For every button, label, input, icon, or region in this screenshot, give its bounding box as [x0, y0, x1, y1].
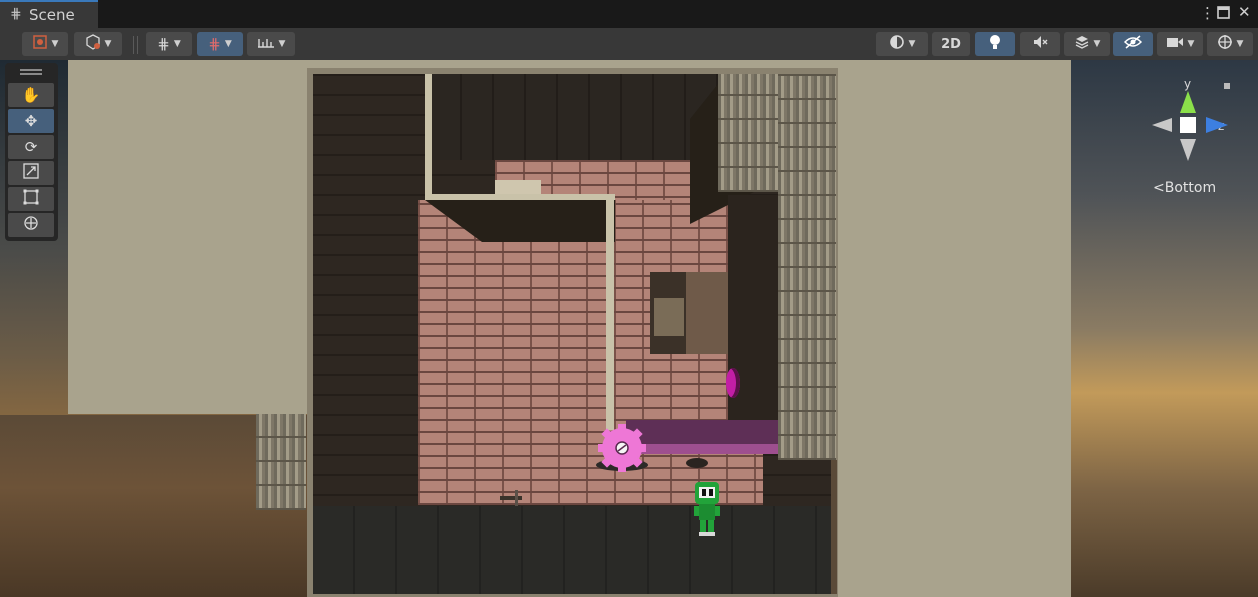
floor-debris	[500, 496, 522, 500]
palette-drag-handle[interactable]	[20, 69, 42, 71]
level-ceiling	[430, 74, 720, 160]
chevron-down-icon: ▼	[104, 39, 112, 49]
right-inner-wall	[728, 195, 778, 445]
tool-palette: ✋ ✥ ⟳	[5, 63, 58, 241]
doorway-opening	[654, 298, 684, 336]
gizmos-button[interactable]: ▼	[1207, 32, 1253, 56]
scene-visibility-button[interactable]	[1113, 32, 1153, 56]
scale-tool-button[interactable]	[8, 161, 54, 185]
backdrop-panel-right	[835, 60, 1071, 597]
draw-mode-icon	[889, 34, 905, 54]
orientation-gizmo[interactable]: y z	[1150, 75, 1230, 195]
effects-button[interactable]: ▼	[1064, 32, 1110, 56]
pink-gear-enemy	[596, 424, 648, 472]
2d-toggle-button[interactable]: 2D	[932, 32, 970, 56]
camera-icon	[1166, 36, 1184, 52]
chevron-down-icon: ▼	[278, 39, 286, 49]
scene-visibility-icon	[1123, 35, 1143, 53]
move-icon: ✥	[24, 112, 38, 130]
chevron-down-icon: ▼	[1187, 39, 1195, 49]
transform-icon	[23, 215, 39, 235]
grid-snap-button[interactable]: ⋕ ▼	[146, 32, 192, 56]
player-character	[694, 482, 720, 536]
global-local-button[interactable]: ▼	[74, 32, 122, 56]
stone-pillar	[256, 414, 306, 510]
grid-snap-icon: ⋕	[157, 35, 170, 53]
menu-icon[interactable]: ⋮	[1200, 4, 1215, 22]
chevron-down-icon: ▼	[908, 39, 916, 49]
tab-bar: ⋕ Scene ⋮ ✕	[0, 0, 1258, 28]
hand-tool-button[interactable]: ✋	[8, 83, 54, 107]
global-local-icon	[85, 34, 101, 54]
stone-column	[778, 74, 836, 460]
snap-increment-icon: ⋕	[208, 35, 221, 53]
gizmo-view-label[interactable]: <Bottom	[1153, 180, 1216, 196]
transform-tool-button[interactable]	[8, 213, 54, 237]
chevron-down-icon: ▼	[173, 39, 181, 49]
lighting-toggle-icon	[988, 34, 1002, 54]
tab-scene-label: Scene	[29, 6, 75, 24]
gizmo-pivot-button[interactable]: ▼	[22, 32, 68, 56]
overhang-trim	[425, 194, 615, 200]
chevron-down-icon: ▼	[51, 39, 59, 49]
draw-mode-button[interactable]: ▼	[876, 32, 928, 56]
ruler-icon	[257, 36, 275, 52]
gizmo-pivot-icon	[32, 34, 48, 54]
toolbar-separator	[137, 36, 138, 54]
shaft-trim	[425, 74, 432, 199]
stone-block-upper	[718, 74, 778, 192]
rotate-tool-button[interactable]: ⟳	[8, 135, 54, 159]
scene-viewport[interactable]	[0, 60, 1258, 597]
vertical-trim	[606, 200, 614, 430]
doorway	[650, 272, 730, 354]
chevron-down-icon: ▼	[1093, 39, 1101, 49]
shadow-blob	[686, 458, 708, 468]
rotate-icon: ⟳	[24, 138, 38, 156]
audio-toggle-icon	[1032, 34, 1048, 54]
room-edge	[831, 460, 837, 594]
gizmo-y-label: y	[1184, 77, 1191, 91]
snap-increment-button[interactable]: ⋕ ▼	[197, 32, 243, 56]
rect-tool-button[interactable]	[8, 187, 54, 211]
small-crate	[495, 180, 541, 194]
grid-icon: ⋕	[10, 6, 22, 22]
audio-toggle-button[interactable]	[1020, 32, 1060, 56]
pink-portal	[726, 368, 740, 398]
maximize-icon[interactable]	[1217, 5, 1230, 23]
scene-toolbar: ▼ ▼ ⋕ ▼ ⋕ ▼ ▼ ▼ 2D ▼ ▼ ▼	[0, 28, 1258, 61]
gizmos-icon	[1217, 34, 1233, 54]
rect-icon	[23, 189, 39, 209]
chevron-down-icon: ▼	[1236, 39, 1244, 49]
hand-icon: ✋	[21, 86, 41, 104]
floor-stick	[515, 490, 518, 506]
move-tool-button[interactable]: ✥	[8, 109, 54, 133]
close-icon[interactable]: ✕	[1238, 3, 1251, 21]
scale-icon	[23, 163, 39, 183]
lighting-toggle-button[interactable]	[975, 32, 1015, 56]
ruler-button[interactable]: ▼	[247, 32, 295, 56]
backdrop-panel-left	[68, 60, 311, 414]
toolbar-separator	[133, 36, 134, 54]
effects-icon	[1074, 34, 1090, 54]
chevron-down-icon: ▼	[224, 39, 232, 49]
axis-gizmo-icon: y z	[1152, 77, 1230, 161]
level-floor	[313, 506, 831, 594]
camera-button[interactable]: ▼	[1157, 32, 1203, 56]
tab-scene[interactable]: ⋕ Scene	[0, 0, 98, 28]
